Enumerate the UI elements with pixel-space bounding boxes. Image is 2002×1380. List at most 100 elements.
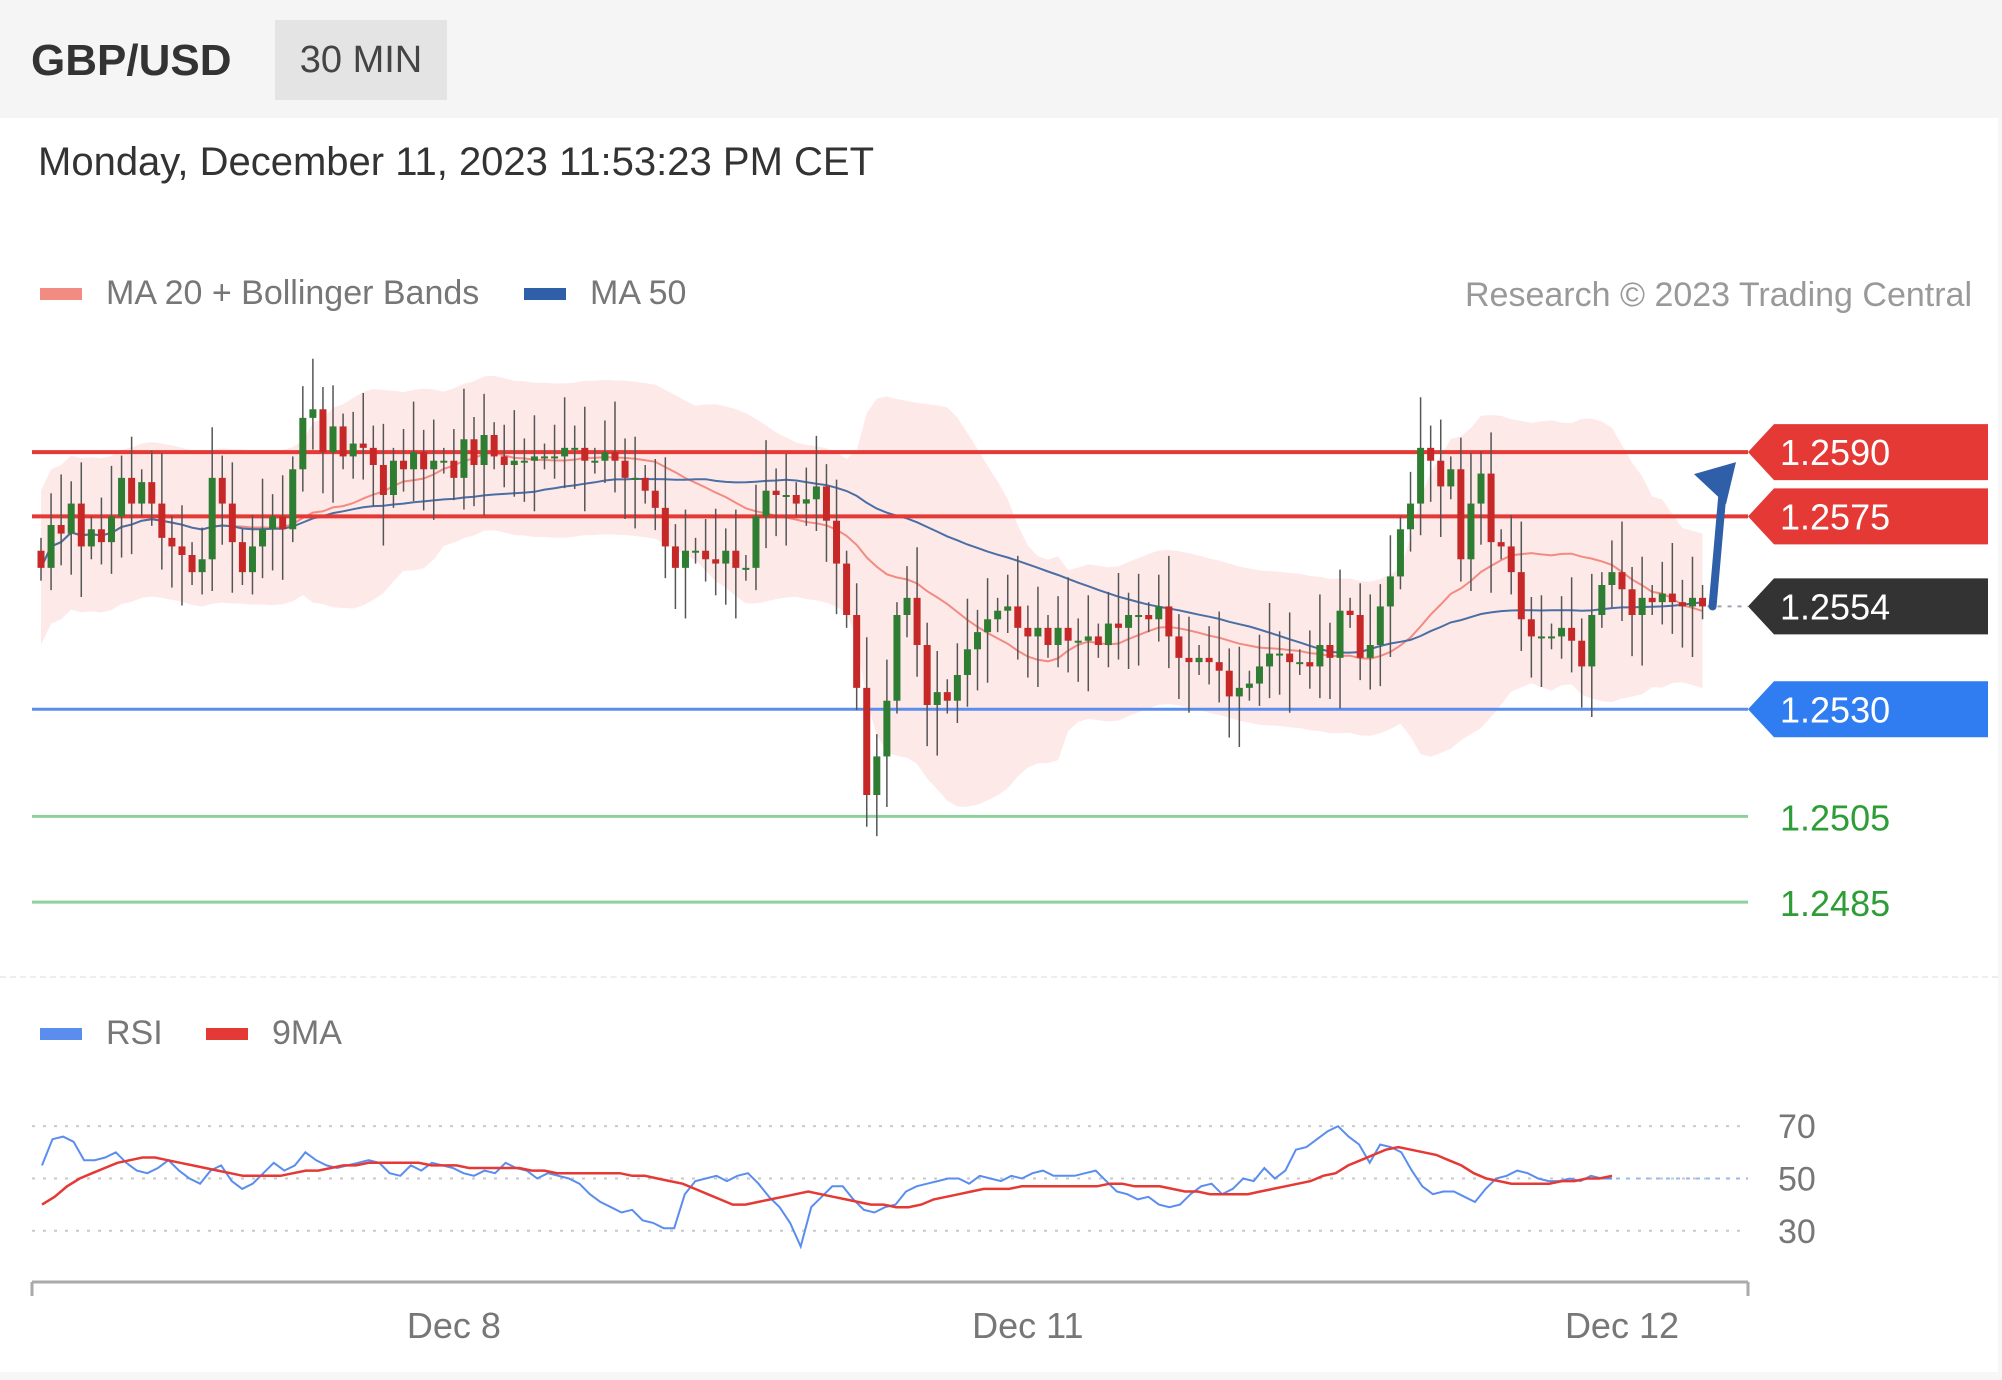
price-chart: 1.2590 1.2575 1.2554 1.2530 1.2505 1.2485 70 50… — [30, 358, 1988, 1346]
candle-body — [1366, 645, 1374, 658]
candle-body — [218, 477, 226, 504]
candle-body — [1497, 542, 1505, 547]
candle-body — [1245, 683, 1253, 688]
candle-body — [1467, 503, 1475, 560]
candle-body — [833, 520, 841, 564]
candle-body — [77, 503, 85, 547]
candle-body — [440, 460, 448, 463]
candle-body — [430, 460, 438, 470]
candle-body — [1306, 662, 1314, 667]
candle-body — [1276, 653, 1284, 656]
candle-body — [1004, 606, 1012, 611]
candle-body — [1054, 627, 1062, 645]
candle-body — [259, 529, 267, 547]
level-label-1-2575: 1.2575 — [1780, 496, 1890, 537]
candle-body — [1487, 473, 1495, 543]
x-tick-label: Dec 12 — [1565, 1305, 1679, 1346]
candle-body — [541, 456, 548, 459]
candle-body — [581, 447, 589, 461]
candle-body — [57, 525, 65, 534]
candle-body — [87, 529, 95, 547]
candle-body — [1417, 447, 1425, 504]
candle-body — [1376, 606, 1384, 645]
candle-body — [1114, 623, 1122, 628]
candle-body — [1507, 546, 1515, 573]
candle-body — [843, 563, 851, 615]
candle-body — [742, 567, 750, 570]
candle-body — [480, 435, 488, 465]
candle-body — [269, 516, 277, 530]
candle-body — [1427, 447, 1435, 461]
level-label-1-2590: 1.2590 — [1780, 432, 1890, 473]
candle-body — [178, 546, 186, 555]
candle-body — [420, 452, 428, 470]
candle-body — [128, 477, 136, 504]
candle-body — [1286, 653, 1294, 663]
candle-body — [1678, 602, 1686, 607]
candle-body — [1296, 662, 1304, 665]
candle-body — [681, 550, 689, 568]
candle-body — [289, 469, 297, 530]
candle-body — [651, 490, 659, 508]
candle-body — [1235, 687, 1243, 697]
candle-body — [329, 426, 337, 453]
candle-body — [702, 550, 710, 560]
candle-body — [1104, 623, 1112, 645]
candle-body — [692, 550, 700, 553]
candle-body — [641, 477, 649, 491]
candle-body — [168, 537, 176, 547]
candle-body — [1094, 636, 1102, 645]
candle-body — [661, 507, 669, 547]
candle-body — [279, 516, 287, 530]
candle-body — [349, 443, 357, 457]
candle-body — [601, 452, 609, 461]
candle-body — [1356, 615, 1364, 658]
candle-body — [732, 550, 740, 568]
candle-body — [913, 597, 921, 645]
candle-body — [510, 460, 518, 465]
candle-body — [1205, 657, 1213, 663]
candle-body — [671, 546, 679, 568]
x-tick-label: Dec 8 — [407, 1305, 501, 1346]
candle-body — [953, 675, 961, 701]
candle-body — [1386, 576, 1394, 607]
candle-body — [963, 649, 971, 675]
x-tick-label: Dec 11 — [972, 1305, 1083, 1346]
candle-body — [802, 499, 810, 504]
candle-body — [933, 692, 941, 705]
candle-body — [772, 490, 780, 495]
candle-body — [369, 447, 377, 465]
candle-body — [379, 465, 387, 495]
candle-body — [883, 700, 891, 757]
candle-body — [1537, 636, 1545, 639]
candle-body — [591, 460, 599, 463]
candle-body — [188, 555, 196, 573]
candle-body — [1215, 662, 1223, 671]
candle-body — [148, 482, 156, 504]
candle-body — [1688, 597, 1696, 607]
candle-body — [1437, 460, 1445, 487]
candle-body — [893, 615, 901, 701]
candle-body — [1125, 615, 1133, 628]
candle-body — [1195, 657, 1203, 663]
candle-body — [1588, 615, 1596, 667]
candle-body — [1225, 670, 1233, 697]
candle-body — [1648, 597, 1656, 603]
candle-body — [994, 610, 1002, 620]
candle-body — [319, 409, 327, 453]
candle-body — [863, 687, 871, 795]
candle-body — [138, 482, 146, 504]
candle-body — [631, 477, 639, 480]
candle-body — [923, 645, 931, 705]
candle-body — [792, 495, 800, 504]
candle-body — [1074, 640, 1082, 643]
candle-body — [1024, 627, 1032, 637]
candle-body — [1346, 610, 1354, 615]
candle-body — [460, 439, 468, 478]
candle-body — [47, 525, 55, 568]
candle-body — [228, 503, 236, 543]
candle-body — [410, 452, 418, 470]
candle-body — [782, 495, 790, 497]
candle-body — [1568, 627, 1576, 641]
candle-body — [822, 486, 830, 521]
